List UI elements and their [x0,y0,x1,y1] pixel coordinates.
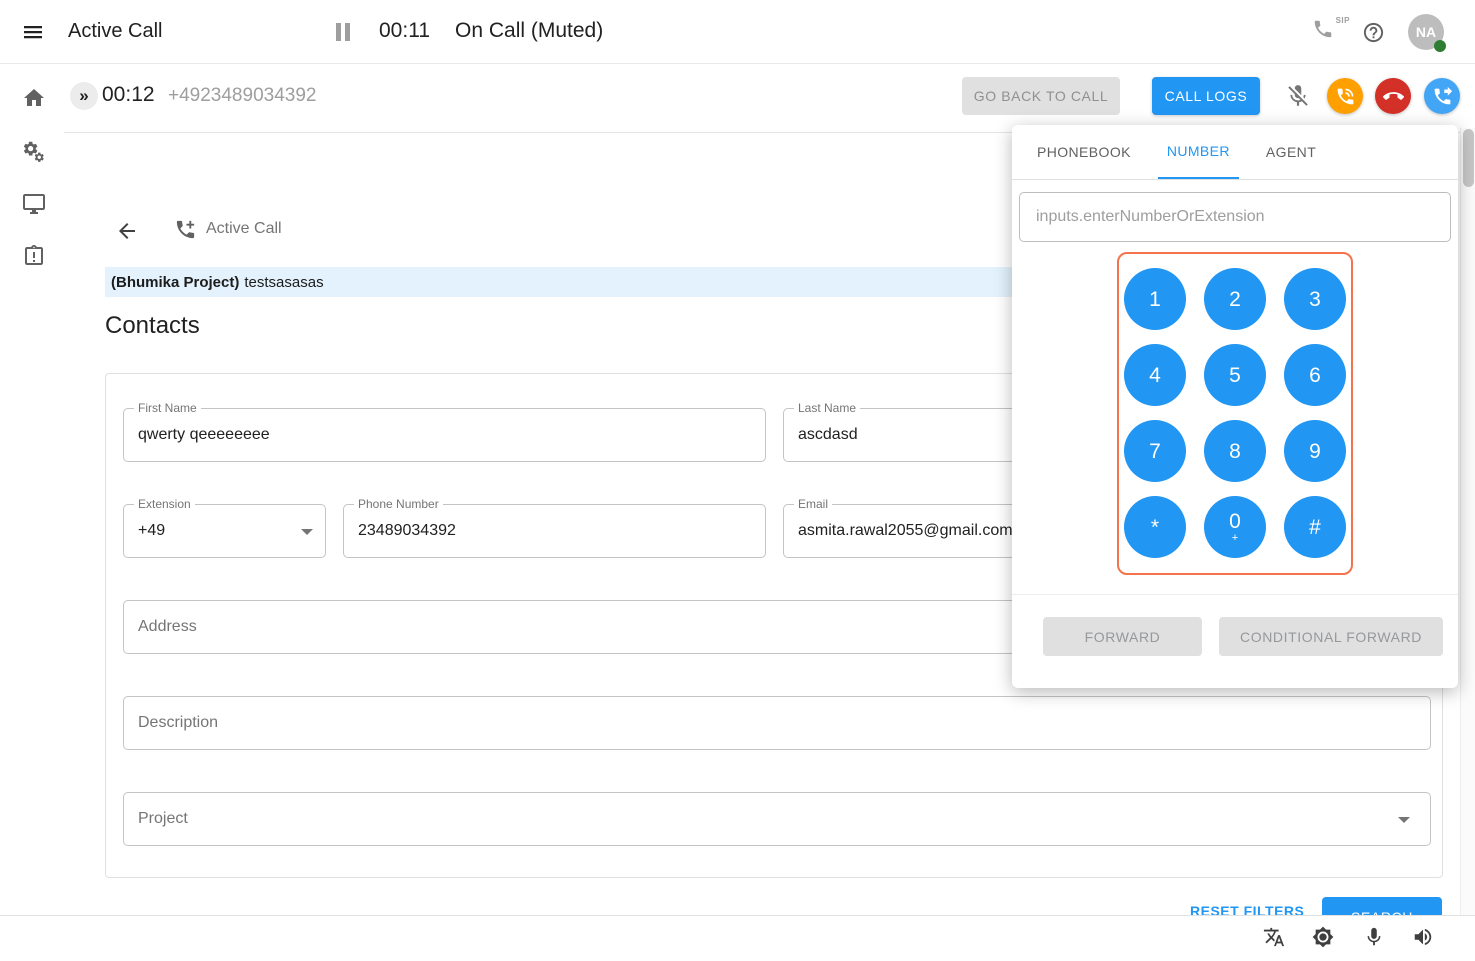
dialpad-key-3[interactable]: 3 [1284,268,1346,330]
tab-agent[interactable]: AGENT [1257,125,1325,179]
page-title: Active Call [68,20,162,43]
expand-call-button[interactable]: » [70,82,98,110]
chevron-down-icon [1398,817,1410,823]
extension-value: +49 [124,505,325,557]
call-end-icon [1383,86,1404,107]
dialpad-key-5[interactable]: 5 [1204,344,1266,406]
popup-divider [1012,594,1458,595]
extension-field[interactable]: Extension +49 [123,504,326,558]
dialpad-key-2[interactable]: 2 [1204,268,1266,330]
home-icon [22,86,46,110]
dialpad: 1 2 3 4 5 6 7 8 9 * 0+ # [1117,252,1353,575]
first-name-input[interactable] [124,409,765,461]
vertical-scrollbar[interactable] [1460,128,1475,961]
banner-project-name: (Bhumika Project) [111,274,239,291]
dialpad-key-6[interactable]: 6 [1284,344,1346,406]
header-call-timer: 00:11 [379,19,430,43]
dialpad-key-8[interactable]: 8 [1204,420,1266,482]
bottom-bar [0,915,1475,961]
section-title: Active Call [206,220,282,238]
call-logs-button[interactable]: CALL LOGS [1152,77,1260,115]
resume-call-button[interactable] [1327,78,1363,114]
scrollbar-thumb[interactable] [1463,129,1474,187]
transfer-call-button[interactable] [1424,78,1460,114]
dialpad-key-4[interactable]: 4 [1124,344,1186,406]
description-field[interactable] [123,696,1431,750]
first-name-field[interactable]: First Name [123,408,766,462]
project-placeholder: Project [124,793,1430,845]
banner-text: testsasasas [244,274,323,291]
brightness-icon[interactable] [1312,926,1334,948]
end-call-button[interactable] [1375,78,1411,114]
dialpad-key-hash[interactable]: # [1284,496,1346,558]
double-chevron-icon: » [79,86,88,106]
back-arrow-icon[interactable] [115,219,139,243]
phone-forwarded-icon [1432,86,1453,107]
phone-in-talk-icon [1335,86,1356,107]
description-input[interactable] [124,697,1430,749]
chevron-down-icon [301,529,313,535]
number-or-extension-input[interactable] [1019,192,1451,242]
pause-icon[interactable] [336,23,350,41]
translate-icon[interactable] [1263,926,1285,948]
microphone-icon[interactable] [1363,926,1385,948]
sidebar-item-reports[interactable] [22,244,46,268]
dialpad-key-7[interactable]: 7 [1124,420,1186,482]
transfer-dialer-popup: PHONEBOOK NUMBER AGENT 1 2 3 4 5 6 7 8 9… [1012,125,1458,688]
dialpad-key-0[interactable]: 0+ [1204,496,1266,558]
speaker-icon[interactable] [1412,926,1434,948]
dialpad-key-star[interactable]: * [1124,496,1186,558]
phone-number-field[interactable]: Phone Number [343,504,766,558]
call-status-text: On Call (Muted) [455,19,603,43]
hamburger-menu-icon[interactable] [20,20,46,44]
mic-muted-icon[interactable] [1285,83,1311,109]
toolbar-call-timer: 00:12 [102,83,155,107]
sip-phone-icon[interactable]: SIP [1312,18,1348,46]
go-back-to-call-button[interactable]: GO BACK TO CALL [962,77,1120,115]
conditional-forward-button[interactable]: CONDITIONAL FORWARD [1219,617,1443,656]
online-status-dot [1434,40,1446,52]
top-header: Active Call 00:11 On Call (Muted) SIP NA [0,0,1475,64]
sidebar-item-settings[interactable] [22,140,46,164]
help-icon[interactable] [1362,21,1385,44]
contacts-heading: Contacts [105,312,200,340]
sidebar-item-desktop[interactable] [22,192,46,216]
dialpad-key-9[interactable]: 9 [1284,420,1346,482]
dialer-tabs: PHONEBOOK NUMBER AGENT [1012,125,1458,180]
forward-button[interactable]: FORWARD [1043,617,1202,656]
extension-label: Extension [134,497,195,511]
tab-number[interactable]: NUMBER [1158,125,1239,179]
dialpad-zero-plus: + [1232,533,1238,544]
tab-phonebook[interactable]: PHONEBOOK [1028,125,1140,179]
desktop-icon [22,192,46,216]
phone-number-input[interactable] [344,505,765,557]
app-window: Active Call 00:11 On Call (Muted) SIP NA… [0,0,1475,961]
caller-phone-number: +4923489034392 [168,85,316,107]
report-icon [22,244,46,268]
dialpad-key-1[interactable]: 1 [1124,268,1186,330]
add-call-icon [174,218,197,241]
avatar-initials: NA [1416,24,1436,40]
sip-label: SIP [1336,16,1350,25]
sidebar-item-home[interactable] [22,86,46,110]
project-select-field[interactable]: Project [123,792,1431,846]
settings-gears-icon [22,140,46,164]
